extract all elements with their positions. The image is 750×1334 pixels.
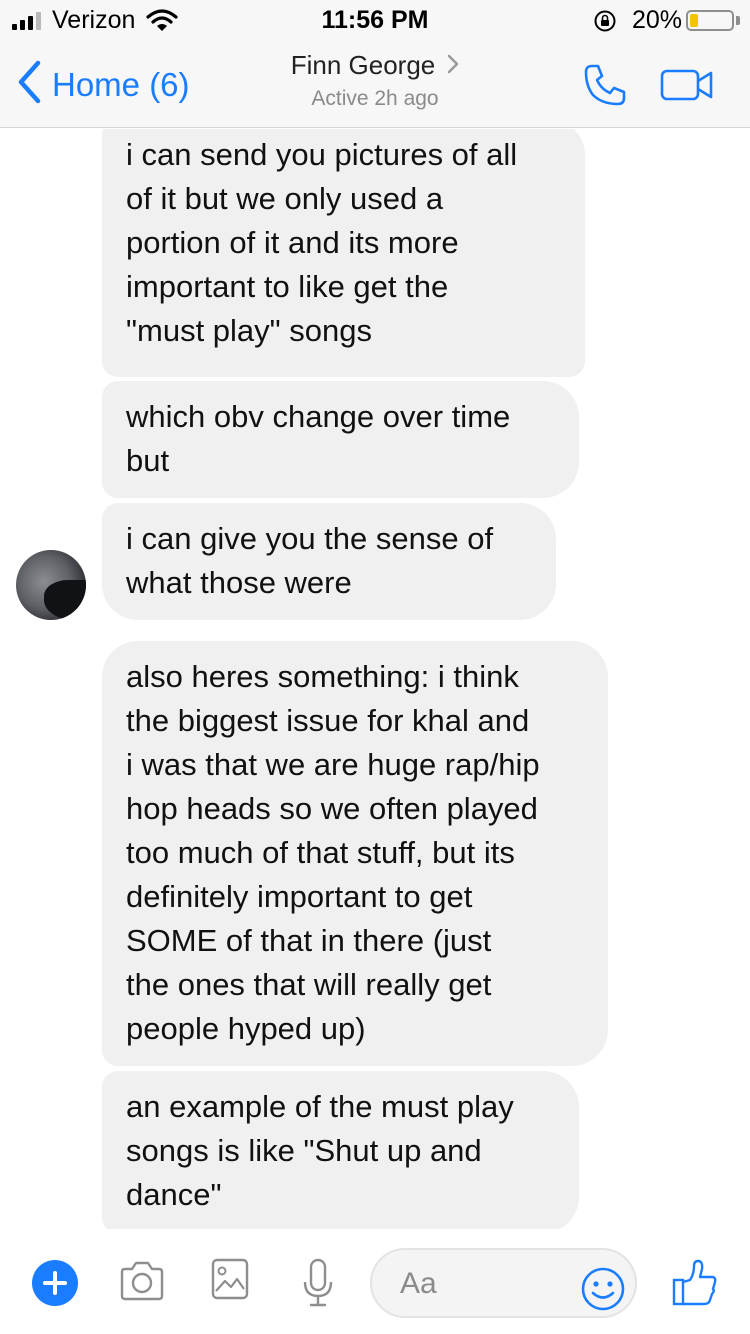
image-icon [211,1258,249,1304]
rotation-lock-icon [593,9,617,38]
phone-icon [582,64,628,112]
status-bar: Verizon 11:56 PM 20% [0,0,750,40]
camera-icon [118,1261,166,1306]
chevron-right-icon [447,50,459,81]
battery-tip [736,16,740,25]
message-text: i can give you the sense of what those w… [126,521,494,600]
photo-gallery-button[interactable] [211,1258,249,1305]
voice-message-button[interactable] [301,1258,335,1313]
message-bubble[interactable]: i can give you the sense of what those w… [102,503,556,620]
microphone-icon [301,1258,335,1312]
battery-percent: 20% [632,6,683,34]
contact-header[interactable]: Finn George Active 2h ago [0,50,750,111]
message-text: an example of the must play songs is lik… [126,1089,514,1212]
emoji-button[interactable] [580,1266,626,1317]
nav-bar: Home (6) Finn George Active 2h ago [0,40,750,128]
camera-button[interactable] [118,1260,166,1307]
message-text: i can send you pictures of all of it but… [126,137,518,348]
message-bubble[interactable]: an example of the must play songs is lik… [102,1071,579,1229]
message-input[interactable] [400,1262,570,1306]
contact-avatar[interactable] [16,550,86,620]
message-text: also heres something: i think the bigges… [126,659,540,1046]
contact-name: Finn George [290,50,436,80]
more-actions-button[interactable] [32,1260,78,1306]
message-thread[interactable]: i can send you pictures of all of it but… [0,129,750,1229]
like-button[interactable] [672,1258,718,1313]
contact-status: Active 2h ago [311,87,439,110]
message-text: which obv change over time but [126,399,511,478]
composer-bar [0,1234,750,1334]
message-bubble[interactable]: also heres something: i think the bigges… [102,641,608,1066]
phone-call-button[interactable] [582,62,628,113]
video-call-button[interactable] [660,68,714,107]
message-bubble[interactable]: i can send you pictures of all of it but… [102,129,585,377]
battery-icon [686,10,734,31]
video-camera-icon [660,69,714,106]
thumbs-up-icon [672,1259,718,1312]
message-bubble[interactable]: which obv change over time but [102,381,579,498]
smiley-icon [580,1267,626,1316]
